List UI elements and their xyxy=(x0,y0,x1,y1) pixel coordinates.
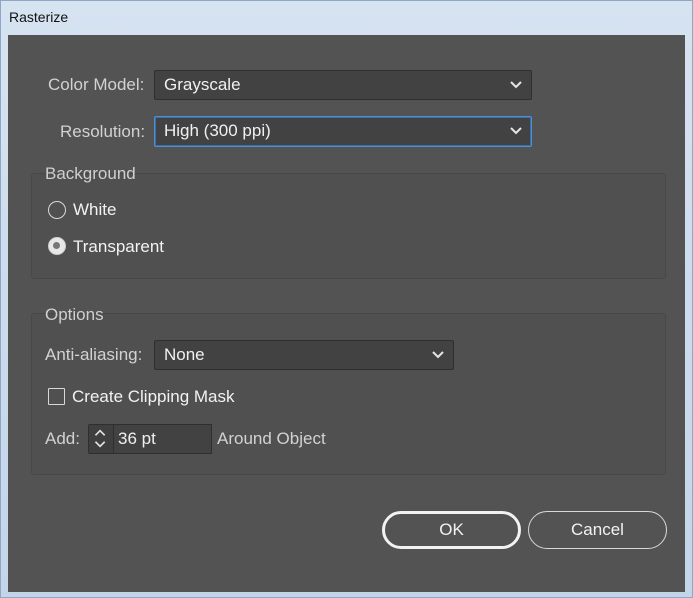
clipping-mask-checkbox[interactable] xyxy=(48,388,65,405)
radio-white[interactable] xyxy=(48,201,66,219)
ok-button[interactable]: OK xyxy=(382,511,521,549)
radio-transparent-label[interactable]: Transparent xyxy=(73,237,164,257)
dialog-body: Color Model: Grayscale Resolution: High … xyxy=(8,35,685,592)
radio-white-label[interactable]: White xyxy=(73,200,116,220)
chevron-down-icon xyxy=(432,351,444,359)
title-bar[interactable]: Rasterize xyxy=(1,1,692,35)
anti-aliasing-value: None xyxy=(164,345,205,364)
rasterize-dialog: Rasterize Color Model: Grayscale Resolut… xyxy=(0,0,693,598)
radio-transparent[interactable] xyxy=(48,237,66,255)
anti-aliasing-dropdown[interactable]: None xyxy=(154,340,454,370)
options-title: Options xyxy=(45,305,104,324)
resolution-label: Resolution: xyxy=(60,122,146,141)
add-label: Add: xyxy=(45,429,80,448)
background-group xyxy=(31,173,666,279)
anti-aliasing-label: Anti-aliasing: xyxy=(45,345,143,364)
window-title: Rasterize xyxy=(9,9,69,25)
around-object-label: Around Object xyxy=(217,429,326,448)
resolution-dropdown[interactable]: High (300 ppi) xyxy=(154,116,532,147)
add-amount-input[interactable]: 36 pt xyxy=(114,424,212,454)
chevron-down-icon xyxy=(510,81,522,89)
add-stepper[interactable] xyxy=(88,424,114,454)
chevron-down-icon xyxy=(510,127,522,135)
stepper-icon xyxy=(94,429,106,448)
add-amount-value: 36 pt xyxy=(118,429,156,448)
color-model-label: Color Model: xyxy=(48,75,145,94)
cancel-button[interactable]: Cancel xyxy=(528,511,667,549)
background-title: Background xyxy=(45,164,136,183)
color-model-value: Grayscale xyxy=(164,75,241,94)
clipping-mask-label[interactable]: Create Clipping Mask xyxy=(72,387,235,407)
color-model-dropdown[interactable]: Grayscale xyxy=(154,70,532,100)
resolution-value: High (300 ppi) xyxy=(164,121,271,140)
